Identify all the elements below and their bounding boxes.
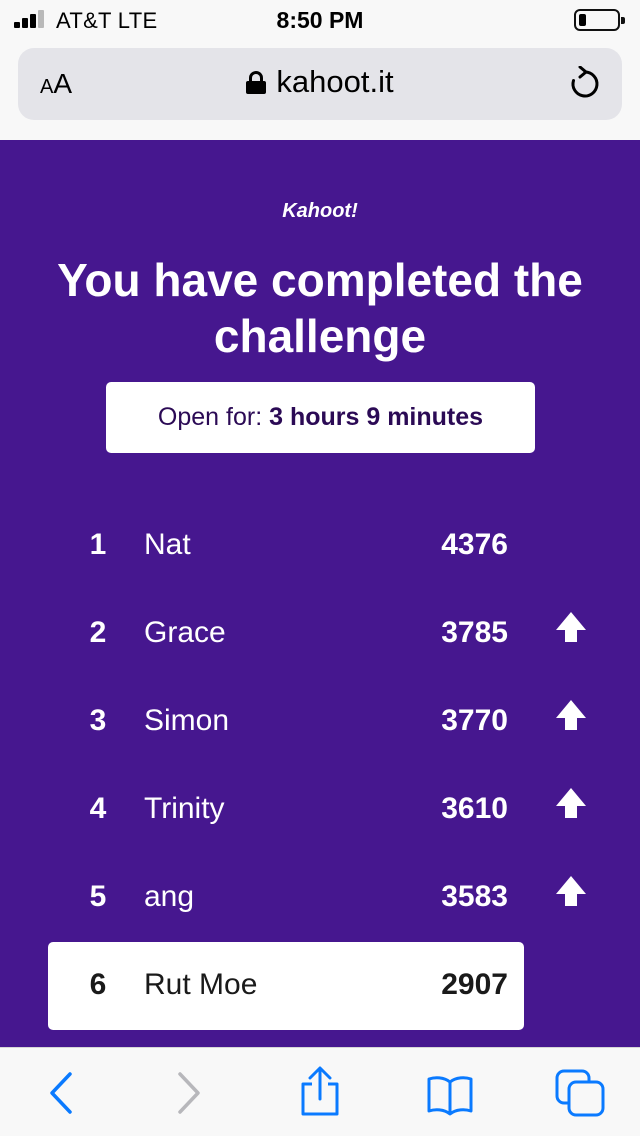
- player-name: Grace: [144, 616, 226, 649]
- player-name: Rut Moe: [144, 968, 258, 1001]
- leaderboard-row: 1 Nat 4376: [48, 502, 524, 590]
- rank: 1: [89, 528, 107, 561]
- clock: 8:50 PM: [276, 7, 364, 33]
- share-icon[interactable]: [298, 1066, 342, 1118]
- kahoot-logo: Kahoot!: [282, 200, 358, 222]
- leaderboard-row: 3 Simon 3770: [48, 678, 524, 766]
- back-icon[interactable]: [44, 1070, 78, 1116]
- rank: 4: [89, 792, 107, 825]
- rank: 5: [89, 880, 107, 913]
- player-score: 3770: [441, 704, 508, 737]
- rank: 3: [89, 704, 107, 737]
- url-text: kahoot.it: [276, 64, 394, 99]
- address-bar[interactable]: AA kahoot.it: [18, 48, 622, 120]
- open-for-value: 3 hours 9 minutes: [269, 403, 484, 431]
- browser-toolbar: [0, 1047, 640, 1136]
- player-score: 3610: [441, 792, 508, 825]
- lock-icon: [246, 71, 267, 94]
- player-score: 4376: [441, 528, 508, 561]
- player-score: 3583: [441, 880, 508, 913]
- forward-icon[interactable]: [172, 1070, 206, 1116]
- player-name: Trinity: [144, 792, 225, 825]
- tabs-icon[interactable]: [554, 1068, 606, 1118]
- status-bar: AT&T LTE 8:50 PM: [0, 0, 640, 40]
- arrow-up-icon: [556, 788, 586, 818]
- open-for-label: Open for:: [157, 403, 263, 431]
- open-duration-badge: Open for: 3 hours 9 minutes: [106, 382, 535, 453]
- battery-icon: [574, 9, 625, 31]
- leaderboard-row-current-player: 6 Rut Moe 2907: [48, 942, 524, 1030]
- browser-address-area: AA kahoot.it: [0, 40, 640, 140]
- reload-icon[interactable]: [568, 66, 602, 102]
- player-score: 2907: [441, 968, 508, 1001]
- player-name: Nat: [144, 528, 191, 561]
- player-score: 3785: [441, 616, 508, 649]
- page-title: You have completed the challenge: [57, 254, 583, 362]
- leaderboard-row: 5 ang 3583: [48, 854, 524, 942]
- arrow-up-icon: [556, 876, 586, 906]
- player-name: Simon: [144, 704, 230, 737]
- rank: 6: [89, 968, 107, 1001]
- leaderboard-row: 4 Trinity 3610: [48, 766, 524, 854]
- player-name: ang: [144, 880, 195, 913]
- arrow-up-icon: [556, 700, 586, 730]
- url-display[interactable]: kahoot.it: [18, 64, 622, 100]
- rank: 2: [89, 616, 107, 649]
- bookmarks-icon[interactable]: [426, 1074, 474, 1116]
- leaderboard-row: 2 Grace 3785: [48, 590, 524, 678]
- arrow-up-icon: [556, 612, 586, 642]
